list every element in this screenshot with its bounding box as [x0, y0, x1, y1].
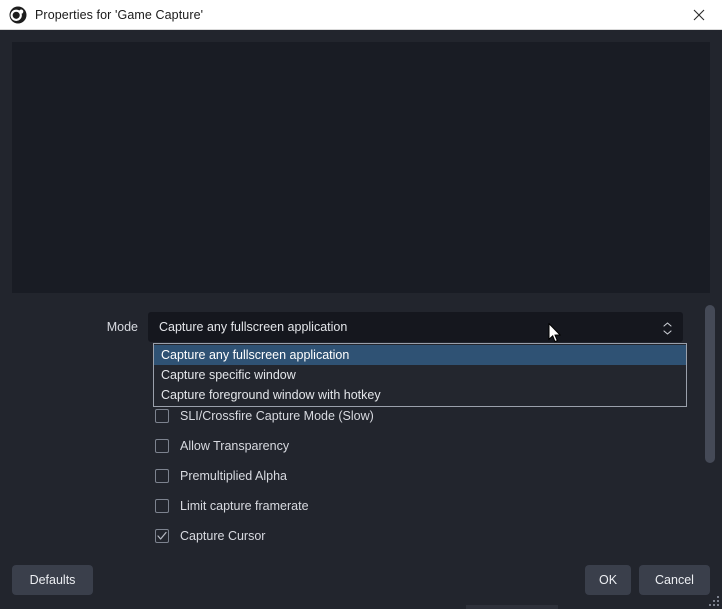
preview-container [0, 30, 722, 293]
dropdown-option-specific-window[interactable]: Capture specific window [154, 365, 686, 385]
form-scrollbar[interactable] [704, 296, 716, 554]
mode-combobox-value: Capture any fullscreen application [159, 320, 348, 334]
checkbox-label: Capture Cursor [180, 529, 266, 543]
scrollbar-thumb[interactable] [705, 305, 715, 463]
checkbox-label: Premultiplied Alpha [180, 469, 288, 483]
checkbox-sli-crossfire[interactable]: SLI/Crossfire Capture Mode (Slow) [155, 405, 374, 427]
dialog-button-bar: Defaults OK Cancel [0, 555, 722, 609]
mode-combobox[interactable]: Capture any fullscreen application [148, 312, 683, 342]
checkbox-label: Limit capture framerate [180, 499, 309, 513]
checkbox-allow-transparency[interactable]: Allow Transparency [155, 435, 289, 457]
checkbox-box[interactable] [155, 409, 169, 423]
checkbox-box[interactable] [155, 439, 169, 453]
resize-grip[interactable] [706, 593, 719, 606]
checkbox-premultiplied-alpha[interactable]: Premultiplied Alpha [155, 465, 287, 487]
background-window-sliver [466, 605, 558, 609]
obs-logo-icon [9, 6, 27, 23]
dropdown-option-fullscreen[interactable]: Capture any fullscreen application [154, 345, 686, 365]
ok-button[interactable]: OK [585, 565, 631, 595]
checkbox-box[interactable] [155, 529, 169, 543]
mode-dropdown-list[interactable]: Capture any fullscreen application Captu… [153, 343, 687, 407]
checkbox-label: SLI/Crossfire Capture Mode (Slow) [180, 409, 374, 423]
dropdown-option-foreground-hotkey[interactable]: Capture foreground window with hotkey [154, 385, 686, 405]
chevron-updown-icon[interactable] [660, 313, 674, 343]
checkmark-icon [157, 531, 167, 540]
window-title: Properties for 'Game Capture' [35, 7, 204, 22]
close-icon [693, 9, 705, 20]
title-bar: Properties for 'Game Capture' [0, 0, 722, 30]
checkbox-label: Allow Transparency [180, 439, 290, 453]
mode-row: Mode Capture any fullscreen application [0, 312, 690, 342]
checkbox-box[interactable] [155, 469, 169, 483]
checkbox-capture-cursor[interactable]: Capture Cursor [155, 525, 265, 547]
properties-form: Mode Capture any fullscreen application … [0, 293, 722, 555]
checkbox-box[interactable] [155, 499, 169, 513]
cancel-button[interactable]: Cancel [639, 565, 710, 595]
mode-label: Mode [106, 320, 138, 334]
properties-dialog: Properties for 'Game Capture' Mode Captu… [0, 0, 722, 609]
checkbox-limit-framerate[interactable]: Limit capture framerate [155, 495, 309, 517]
defaults-button[interactable]: Defaults [12, 565, 93, 595]
close-button[interactable] [676, 0, 722, 29]
source-preview [12, 42, 710, 293]
